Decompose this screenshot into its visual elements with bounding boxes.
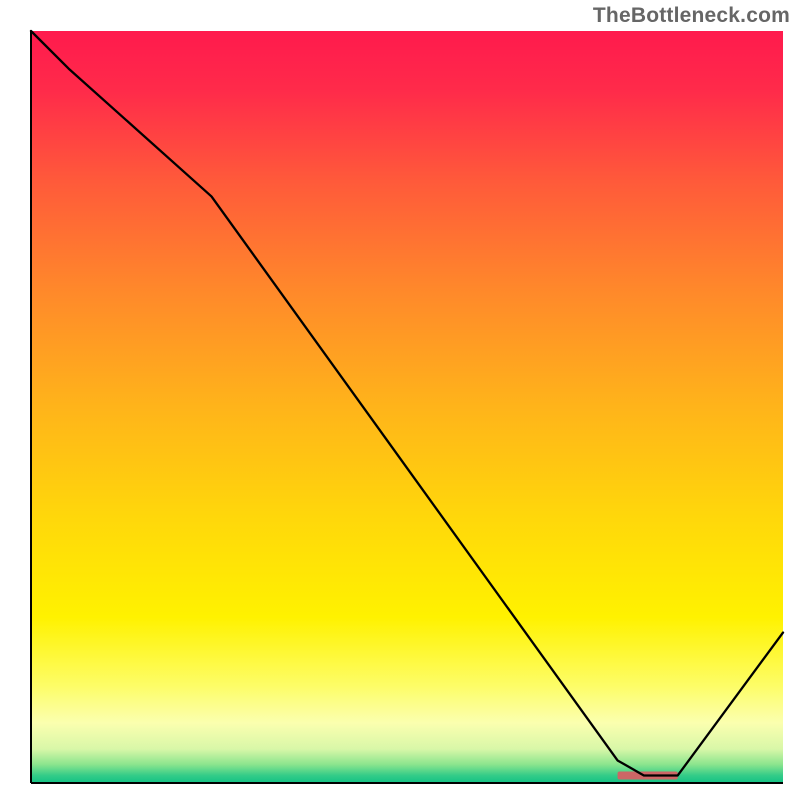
watermark-label: TheBottleneck.com — [593, 4, 790, 28]
chart-container: TheBottleneck.com — [0, 0, 800, 800]
chart-svg — [0, 0, 800, 800]
plot-area — [31, 31, 783, 783]
